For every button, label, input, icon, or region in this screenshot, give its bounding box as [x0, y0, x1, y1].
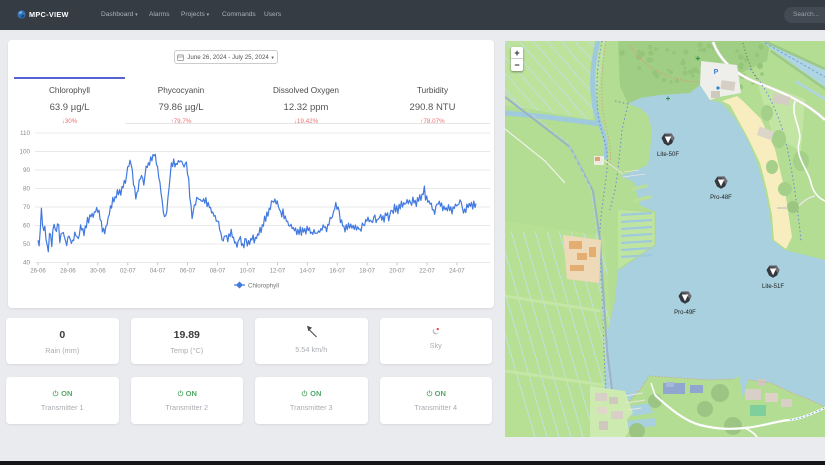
svg-text:06-07: 06-07	[180, 268, 196, 275]
svg-text:16-07: 16-07	[329, 268, 345, 275]
svg-text:12-07: 12-07	[270, 268, 286, 275]
svg-text:10-07: 10-07	[240, 268, 256, 275]
svg-text:04-07: 04-07	[150, 268, 166, 275]
svg-text:110: 110	[20, 130, 31, 137]
svg-text:Chlorophyll: Chlorophyll	[248, 283, 279, 290]
svg-text:24-07: 24-07	[449, 268, 465, 275]
svg-text:28-06: 28-06	[60, 268, 76, 275]
svg-text:18-07: 18-07	[359, 268, 375, 275]
svg-text:20-07: 20-07	[389, 268, 405, 275]
svg-text:40: 40	[23, 260, 31, 267]
svg-text:02-07: 02-07	[120, 268, 136, 275]
svg-text:30-06: 30-06	[90, 268, 106, 275]
svg-text:22-07: 22-07	[419, 268, 435, 275]
svg-text:100: 100	[19, 149, 30, 156]
svg-text:70: 70	[23, 204, 31, 211]
svg-text:08-07: 08-07	[210, 268, 226, 275]
svg-text:P: P	[714, 69, 719, 76]
svg-text:60: 60	[23, 223, 31, 230]
svg-text:50: 50	[23, 241, 31, 248]
svg-text:26-06: 26-06	[30, 268, 46, 275]
svg-text:80: 80	[23, 186, 31, 193]
svg-text:90: 90	[23, 167, 31, 174]
svg-text:14-07: 14-07	[300, 268, 316, 275]
